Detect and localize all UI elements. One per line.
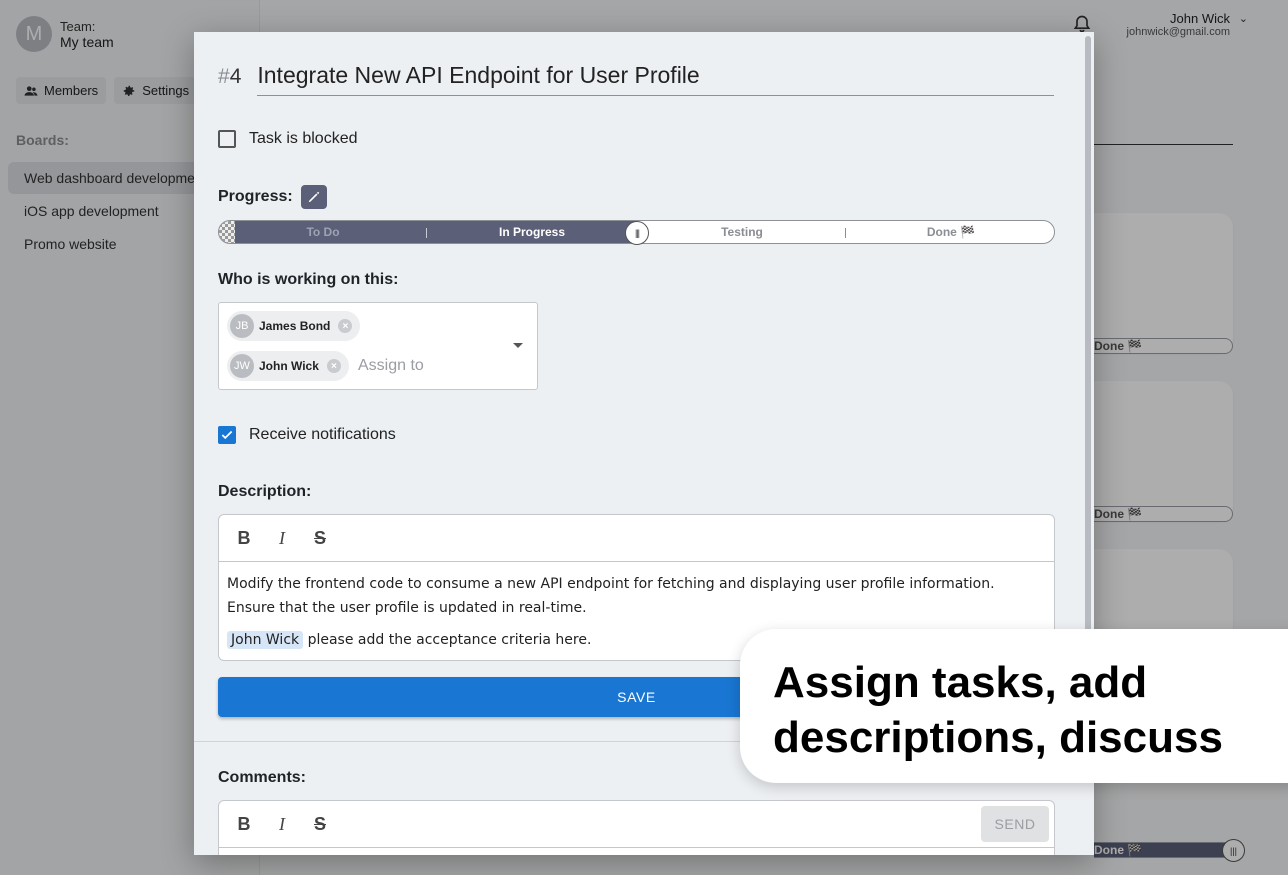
progress-start-marker	[219, 221, 235, 243]
notifications-checkbox[interactable]	[218, 426, 236, 444]
assignee-name: John Wick	[259, 359, 319, 373]
progress-drag-handle[interactable]: |||	[625, 221, 649, 245]
edit-progress-button[interactable]	[301, 185, 327, 209]
stage-separator	[426, 228, 427, 238]
blocked-checkbox[interactable]	[218, 130, 236, 148]
task-number: #4	[218, 65, 241, 89]
stage-in-progress[interactable]: In Progress	[429, 221, 635, 243]
stage-testing[interactable]: Testing	[637, 221, 847, 243]
strikethrough-button[interactable]: S	[311, 528, 329, 548]
progress-heading: Progress:	[218, 188, 293, 205]
notifications-checkbox-row[interactable]: Receive notifications	[218, 426, 396, 444]
mention-followup-text: please add the acceptance criteria here.	[303, 632, 592, 648]
strikethrough-button[interactable]: S	[311, 814, 329, 834]
send-comment-button[interactable]: SEND	[981, 806, 1049, 842]
task-number-value: 4	[229, 65, 242, 88]
assignees-heading: Who is working on this:	[218, 271, 399, 288]
editor-toolbar: B I S	[219, 515, 1054, 562]
remove-assignee-icon[interactable]: ×	[338, 319, 353, 333]
dropdown-arrow-icon[interactable]	[513, 343, 523, 348]
italic-button[interactable]: I	[273, 528, 291, 548]
checkmark-icon	[221, 430, 233, 440]
blocked-label: Task is blocked	[249, 130, 358, 147]
assign-to-input[interactable]: Assign to	[358, 357, 424, 375]
comment-editor[interactable]: B I S SEND	[218, 800, 1055, 855]
promo-callout: Assign tasks, add descriptions, discuss	[740, 629, 1288, 783]
remove-assignee-icon[interactable]: ×	[326, 359, 341, 373]
notifications-label: Receive notifications	[249, 426, 396, 443]
promo-callout-text: Assign tasks, add descriptions, discuss	[773, 658, 1223, 762]
stage-done[interactable]: Done 🏁	[847, 221, 1054, 243]
modal-scrollbar[interactable]	[1085, 36, 1091, 656]
description-text: Modify the frontend code to consume a ne…	[227, 576, 995, 616]
assignee-chip: JB James Bond ×	[227, 311, 361, 341]
description-heading: Description:	[218, 483, 312, 500]
task-title-input[interactable]: Integrate New API Endpoint for User Prof…	[257, 62, 1054, 96]
comments-heading: Comments:	[218, 769, 307, 786]
assignee-name: James Bond	[259, 319, 331, 333]
bold-button[interactable]: B	[235, 528, 253, 548]
task-hash: #	[218, 65, 230, 88]
stage-todo[interactable]: To Do	[235, 221, 411, 243]
pencil-icon	[308, 191, 320, 203]
assignee-chip: JW John Wick ×	[227, 351, 349, 381]
assignee-select[interactable]: JB James Bond × JW John Wick × Assign to	[218, 302, 538, 390]
avatar: JB	[230, 314, 254, 338]
bold-button[interactable]: B	[235, 814, 253, 834]
italic-button[interactable]: I	[273, 814, 291, 834]
avatar: JW	[230, 354, 254, 378]
comment-toolbar: B I S SEND	[219, 801, 1054, 848]
blocked-checkbox-row[interactable]: Task is blocked	[218, 130, 358, 148]
user-mention[interactable]: John Wick	[227, 631, 304, 649]
stage-separator	[845, 228, 846, 238]
